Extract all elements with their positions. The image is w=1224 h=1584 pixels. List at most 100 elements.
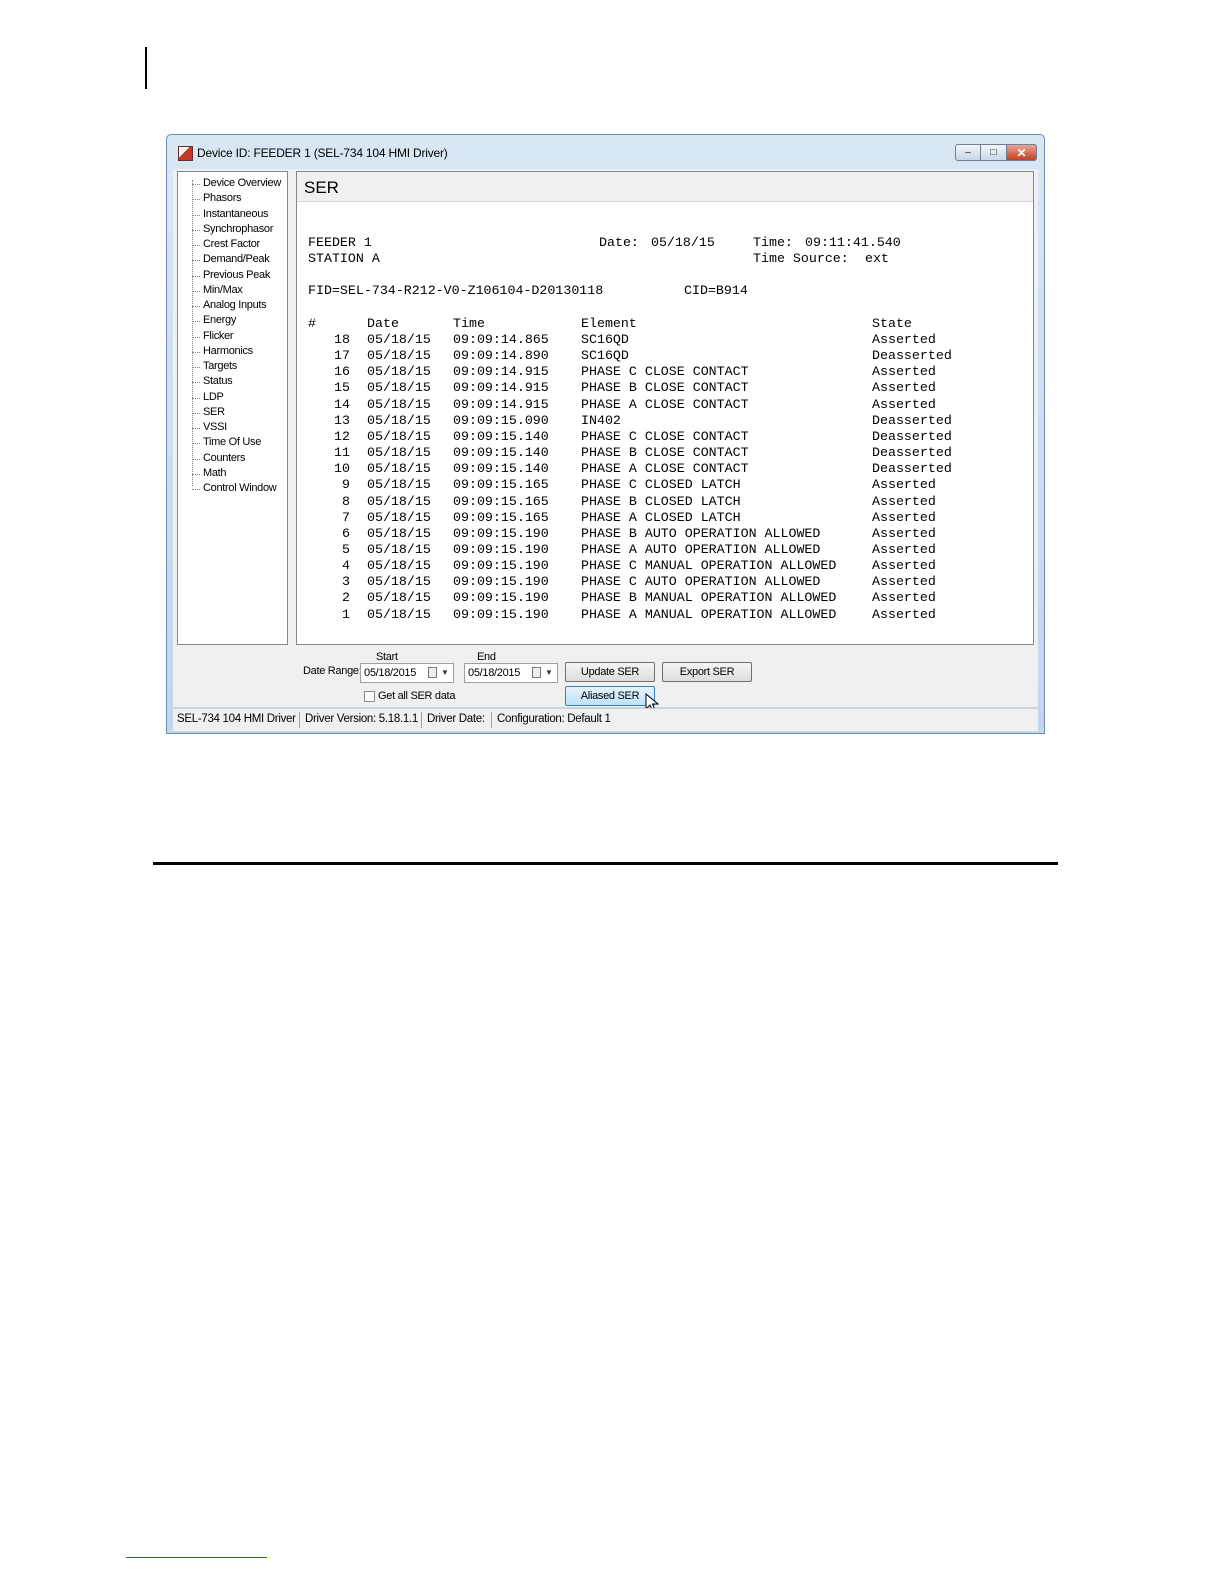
- cell-time: 09:09:15.090: [453, 412, 549, 428]
- report-fid: FID=SEL-734-R212-V0-Z106104-D20130118: [308, 283, 604, 298]
- cell-num: 5: [342, 541, 350, 557]
- chevron-down-icon[interactable]: ▼: [441, 668, 449, 677]
- date-range-label: Date Range:: [303, 665, 362, 677]
- cell-time: 09:09:15.165: [453, 477, 549, 493]
- col-header-state: State: [872, 316, 912, 331]
- cell-time: 09:09:15.190: [453, 606, 549, 622]
- tree-item-status[interactable]: Status: [191, 375, 233, 387]
- footnote-rule: [126, 1557, 267, 1558]
- cell-num: 14: [334, 396, 350, 412]
- cell-num: 17: [334, 348, 350, 364]
- tree-item-vssi[interactable]: VSSI: [191, 421, 227, 433]
- close-button[interactable]: ✕: [1007, 144, 1037, 161]
- cell-state: Asserted: [872, 558, 936, 574]
- cell-date: 05/18/15: [367, 525, 431, 541]
- cell-num: 16: [334, 364, 350, 380]
- cell-num: 12: [334, 428, 350, 444]
- cell-date: 05/18/15: [367, 493, 431, 509]
- cell-date: 05/18/15: [367, 461, 431, 477]
- cell-date: 05/18/15: [367, 477, 431, 493]
- tree-item-crest-factor[interactable]: Crest Factor: [191, 238, 260, 250]
- cell-element: PHASE B AUTO OPERATION ALLOWED: [581, 525, 821, 541]
- cell-element: PHASE C AUTO OPERATION ALLOWED: [581, 574, 821, 590]
- status-configuration: Configuration: Default 1: [497, 713, 611, 725]
- close-icon: ✕: [1016, 145, 1027, 160]
- minimize-icon: –: [965, 147, 971, 158]
- status-version: Driver Version: 5.18.1.1: [305, 713, 418, 725]
- tree-item-counters[interactable]: Counters: [191, 452, 246, 464]
- col-header-time: Time: [453, 316, 485, 331]
- page-divider: [153, 862, 1058, 865]
- minimize-button[interactable]: –: [955, 144, 981, 161]
- cell-state: Asserted: [872, 364, 936, 380]
- get-all-ser-checkbox[interactable]: [364, 691, 375, 702]
- cell-time: 09:09:14.915: [453, 396, 549, 412]
- chevron-down-icon[interactable]: ▼: [545, 668, 553, 677]
- aliased-ser-button[interactable]: Aliased SER: [565, 686, 655, 706]
- cell-element: SC16QD: [581, 348, 629, 364]
- report-time-label: Time:: [753, 235, 793, 250]
- tree-item-instantaneous[interactable]: Instantaneous: [191, 208, 269, 220]
- cell-time: 09:09:15.190: [453, 574, 549, 590]
- tree-item-math[interactable]: Math: [191, 467, 227, 479]
- maximize-button[interactable]: □: [981, 144, 1007, 161]
- report-time-source: ext: [865, 251, 889, 266]
- ser-panel-header: SER: [297, 172, 1033, 202]
- cell-element: PHASE B CLOSED LATCH: [581, 493, 741, 509]
- cell-date: 05/18/15: [367, 348, 431, 364]
- tree-item-demand-peak[interactable]: Demand/Peak: [191, 253, 270, 265]
- cell-state: Deasserted: [872, 461, 952, 477]
- cell-time: 09:09:15.165: [453, 493, 549, 509]
- calendar-icon[interactable]: [428, 667, 437, 678]
- start-date-picker[interactable]: 05/18/2015 ▼: [360, 663, 454, 683]
- title-bar[interactable]: Device ID: FEEDER 1 (SEL-734 104 HMI Dri…: [167, 135, 1044, 169]
- cell-date: 05/18/15: [367, 428, 431, 444]
- cell-num: 2: [342, 590, 350, 606]
- calendar-icon[interactable]: [532, 667, 541, 678]
- tree-item-synchrophasor[interactable]: Synchrophasor: [191, 223, 273, 235]
- update-ser-button[interactable]: Update SER: [565, 662, 655, 682]
- cell-time: 09:09:14.915: [453, 380, 549, 396]
- tree-item-ser[interactable]: SER: [191, 406, 225, 418]
- cell-date: 05/18/15: [367, 380, 431, 396]
- cell-element: PHASE C CLOSE CONTACT: [581, 428, 749, 444]
- start-label: Start: [376, 651, 398, 663]
- tree-item-device-overview[interactable]: Device Overview: [191, 177, 281, 189]
- page-margin-bar: [145, 47, 147, 89]
- cell-date: 05/18/15: [367, 590, 431, 606]
- export-ser-button[interactable]: Export SER: [662, 662, 752, 682]
- end-date-picker[interactable]: 05/18/2015 ▼: [464, 663, 558, 683]
- cell-state: Asserted: [872, 541, 936, 557]
- device-window: Device ID: FEEDER 1 (SEL-734 104 HMI Dri…: [166, 134, 1045, 734]
- tree-item-previous-peak[interactable]: Previous Peak: [191, 269, 270, 281]
- cell-num: 11: [334, 445, 350, 461]
- tree-item-energy[interactable]: Energy: [191, 314, 236, 326]
- cell-state: Asserted: [872, 380, 936, 396]
- cell-time: 09:09:15.190: [453, 590, 549, 606]
- tree-item-harmonics[interactable]: Harmonics: [191, 345, 253, 357]
- cell-time: 09:09:15.140: [453, 461, 549, 477]
- cell-element: PHASE A CLOSE CONTACT: [581, 396, 749, 412]
- tree-item-flicker[interactable]: Flicker: [191, 330, 234, 342]
- cell-date: 05/18/15: [367, 364, 431, 380]
- cell-num: 1: [342, 606, 350, 622]
- cell-element: PHASE A MANUAL OPERATION ALLOWED: [581, 606, 837, 622]
- cell-state: Deasserted: [872, 428, 952, 444]
- tree-item-time-of-use[interactable]: Time Of Use: [191, 436, 261, 448]
- cell-date: 05/18/15: [367, 332, 431, 347]
- status-separator: [491, 712, 492, 728]
- tree-item-analog-inputs[interactable]: Analog Inputs: [191, 299, 267, 311]
- tree-item-phasors[interactable]: Phasors: [191, 192, 242, 204]
- tree-item-control-window[interactable]: Control Window: [191, 482, 277, 494]
- cell-date: 05/18/15: [367, 509, 431, 525]
- start-date-value: 05/18/2015: [364, 667, 417, 679]
- cell-time: 09:09:15.140: [453, 445, 549, 461]
- cell-state: Deasserted: [872, 412, 952, 428]
- cell-element: PHASE C MANUAL OPERATION ALLOWED: [581, 558, 837, 574]
- cell-date: 05/18/15: [367, 412, 431, 428]
- tree-item-ldp[interactable]: LDP: [191, 391, 224, 403]
- cell-num: 4: [342, 558, 350, 574]
- col-header-num: #: [308, 316, 316, 331]
- tree-item-min-max[interactable]: Min/Max: [191, 284, 243, 296]
- tree-item-targets[interactable]: Targets: [191, 360, 237, 372]
